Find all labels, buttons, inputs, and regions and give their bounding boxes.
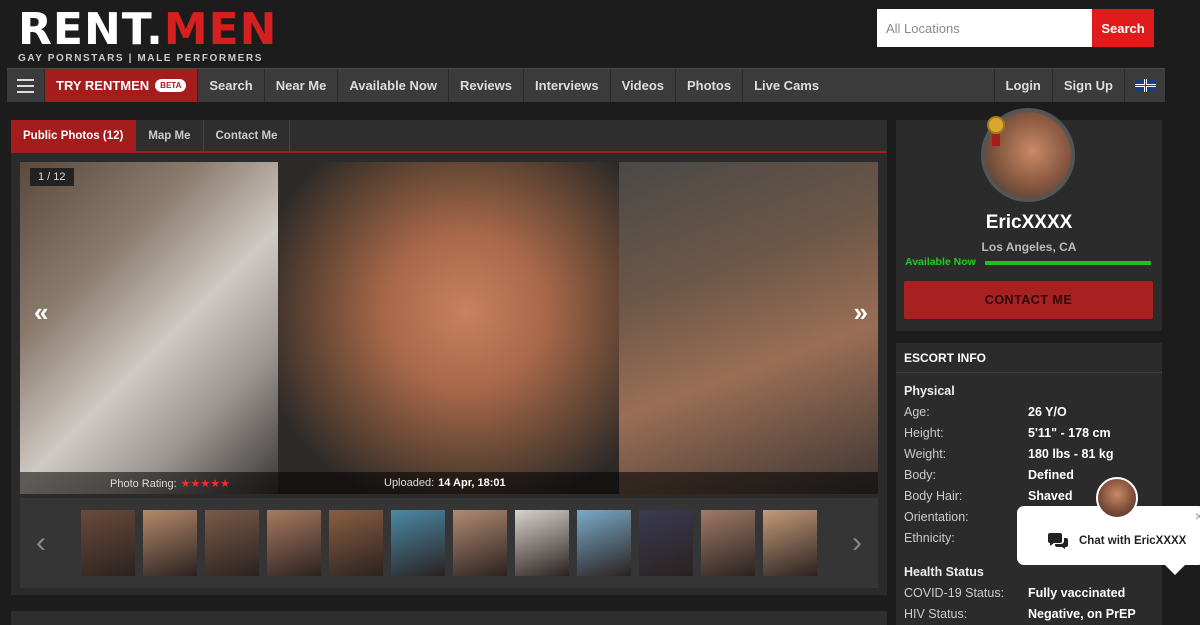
signup-link[interactable]: Sign Up bbox=[1053, 69, 1125, 102]
thumbs-next-chevron-icon[interactable]: › bbox=[852, 526, 862, 560]
photo-thumbnail[interactable] bbox=[391, 510, 445, 576]
menu-button[interactable] bbox=[7, 69, 45, 102]
photo-thumbnail[interactable] bbox=[205, 510, 259, 576]
nav-reviews[interactable]: Reviews bbox=[449, 69, 525, 102]
info-key: Age: bbox=[904, 405, 930, 419]
rating-stars-icon[interactable]: ★★★★★ bbox=[181, 478, 230, 490]
nav-interviews[interactable]: Interviews bbox=[524, 69, 611, 102]
chat-avatar[interactable] bbox=[1096, 477, 1138, 519]
nav-photos[interactable]: Photos bbox=[676, 69, 744, 102]
thumbs-prev-chevron-icon[interactable]: ‹ bbox=[36, 526, 46, 560]
contact-me-button[interactable]: CONTACT ME bbox=[904, 281, 1153, 319]
photo-panel: Public Photos (12) Map Me Contact Me 1 /… bbox=[11, 120, 887, 595]
info-key: Height: bbox=[904, 426, 944, 440]
try-rentmen-button[interactable]: TRY RENTMEN BETA bbox=[45, 69, 199, 102]
info-value: 26 Y/O bbox=[1028, 405, 1067, 419]
photo-rating: Photo Rating: ★★★★★ bbox=[110, 477, 230, 490]
profile-card: EricXXXX Los Angeles, CA Available Now C… bbox=[896, 108, 1162, 331]
info-value: 180 lbs - 81 kg bbox=[1028, 447, 1114, 461]
uploaded-label: Uploaded: bbox=[384, 477, 435, 489]
tab-public-photos[interactable]: Public Photos (12) bbox=[11, 120, 137, 151]
main-nav: TRY RENTMEN BETA Search Near Me Availabl… bbox=[7, 68, 1165, 102]
info-value: Shaved bbox=[1028, 489, 1073, 503]
close-icon[interactable]: × bbox=[1195, 508, 1200, 524]
site-logo[interactable]: RENT.MEN GAY PORNSTARS | MALE PERFORMERS bbox=[18, 8, 277, 65]
info-value: Defined bbox=[1028, 468, 1074, 482]
photo-thumbnail[interactable] bbox=[515, 510, 569, 576]
gallery-photo-current[interactable] bbox=[278, 162, 619, 494]
next-photo-arrow-icon[interactable]: » bbox=[854, 297, 868, 328]
photo-thumbnail[interactable] bbox=[329, 510, 383, 576]
health-section-title: Health Status bbox=[904, 565, 984, 579]
photo-thumbnail[interactable] bbox=[639, 510, 693, 576]
try-rentmen-label: TRY RENTMEN bbox=[56, 78, 150, 93]
availability-status: Available Now bbox=[905, 256, 976, 268]
photo-thumbnail[interactable] bbox=[453, 510, 507, 576]
info-key: Body: bbox=[904, 468, 936, 482]
beta-badge: BETA bbox=[155, 79, 187, 92]
location-search-input[interactable] bbox=[877, 9, 1092, 47]
info-key: Weight: bbox=[904, 447, 947, 461]
thumbnail-list bbox=[81, 510, 817, 576]
photo-uploaded: Uploaded: 14 Apr, 18:01 bbox=[384, 477, 506, 489]
nav-live-cams[interactable]: Live Cams bbox=[743, 69, 830, 102]
tab-map-me[interactable]: Map Me bbox=[136, 120, 204, 151]
chat-label: Chat with EricXXXX bbox=[1079, 535, 1187, 547]
tab-contact-me[interactable]: Contact Me bbox=[204, 120, 291, 151]
hamburger-icon bbox=[17, 77, 34, 95]
info-key: HIV Status: bbox=[904, 607, 968, 621]
gallery-photo-previous bbox=[20, 162, 278, 494]
chat-bubble-icon bbox=[1048, 533, 1068, 549]
escort-info-header: ESCORT INFO bbox=[896, 343, 1162, 373]
gallery-photo-next bbox=[619, 162, 878, 494]
photo-counter: 1 / 12 bbox=[30, 168, 74, 186]
nav-near-me[interactable]: Near Me bbox=[265, 69, 339, 102]
photo-thumbnail[interactable] bbox=[577, 510, 631, 576]
medal-icon bbox=[984, 116, 1008, 146]
photo-rating-label: Photo Rating: bbox=[110, 478, 177, 490]
logo-tagline: GAY PORNSTARS | MALE PERFORMERS bbox=[18, 53, 264, 64]
location-search: Search bbox=[877, 9, 1154, 47]
nav-available-now[interactable]: Available Now bbox=[338, 69, 449, 102]
info-value: Fully vaccinated bbox=[1028, 586, 1126, 600]
logo-text-left: RENT. bbox=[18, 4, 164, 55]
info-key: Body Hair: bbox=[904, 489, 963, 503]
photo-thumbnail[interactable] bbox=[143, 510, 197, 576]
info-key: COVID-19 Status: bbox=[904, 586, 1005, 600]
language-selector[interactable] bbox=[1125, 69, 1165, 102]
nav-search[interactable]: Search bbox=[198, 69, 265, 102]
photo-thumbnail[interactable] bbox=[267, 510, 321, 576]
thumbnail-strip: ‹ › bbox=[20, 498, 878, 588]
physical-section-title: Physical bbox=[904, 384, 955, 398]
previous-photo-arrow-icon[interactable]: « bbox=[34, 297, 48, 328]
logo-text-right: MEN bbox=[163, 4, 278, 55]
info-value: 5'11" - 178 cm bbox=[1028, 426, 1111, 440]
photo-thumbnail[interactable] bbox=[701, 510, 755, 576]
info-key: Orientation: bbox=[904, 510, 969, 524]
photo-thumbnail[interactable] bbox=[763, 510, 817, 576]
search-button[interactable]: Search bbox=[1092, 9, 1154, 47]
profile-tabs: Public Photos (12) Map Me Contact Me bbox=[11, 120, 887, 153]
lower-panel-edge bbox=[11, 611, 887, 625]
info-value: Negative, on PrEP bbox=[1028, 607, 1136, 621]
availability-bar bbox=[985, 261, 1151, 265]
login-link[interactable]: Login bbox=[993, 69, 1053, 102]
photo-info-bar: Photo Rating: ★★★★★ Uploaded: 14 Apr, 18:0… bbox=[20, 472, 878, 494]
photo-thumbnail[interactable] bbox=[81, 510, 135, 576]
profile-name: EricXXXX bbox=[985, 212, 1073, 233]
info-key: Ethnicity: bbox=[904, 531, 955, 545]
uk-flag-icon bbox=[1134, 79, 1156, 92]
profile-location: Los Angeles, CA bbox=[981, 240, 1077, 254]
nav-videos[interactable]: Videos bbox=[611, 69, 676, 102]
uploaded-date: 14 Apr, 18:01 bbox=[438, 477, 506, 489]
photo-gallery: 1 / 12 « » Photo Rating: ★★★★★ Uploaded: 1… bbox=[20, 162, 878, 494]
